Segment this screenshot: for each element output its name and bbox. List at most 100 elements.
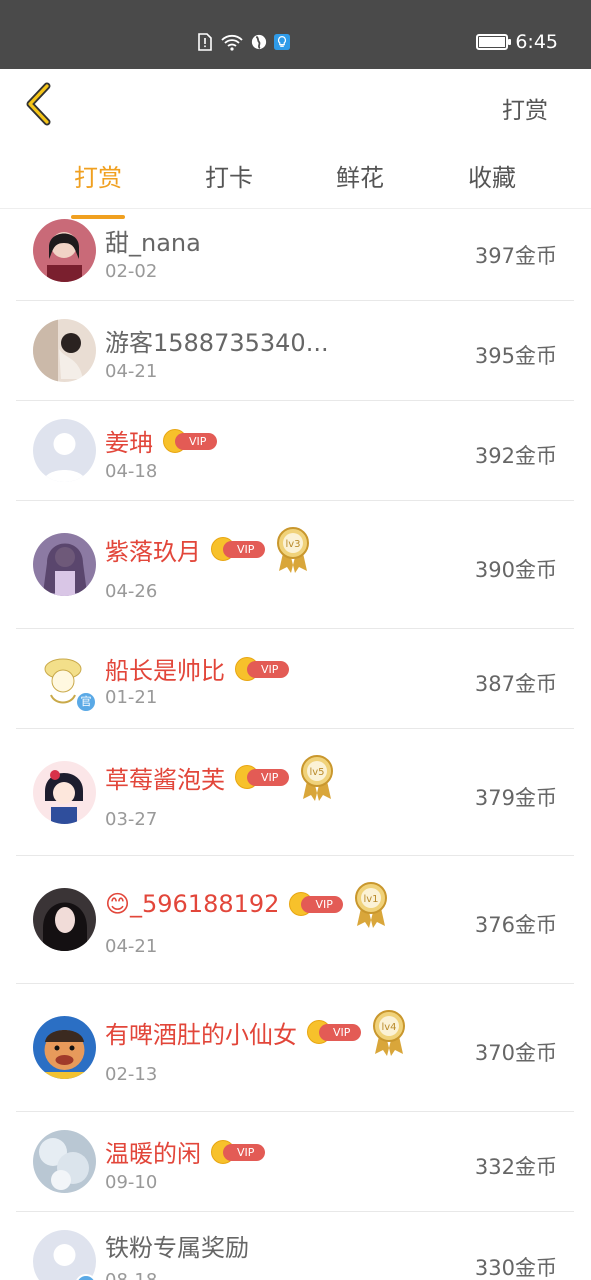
- tab-favorites[interactable]: 收藏: [447, 158, 537, 193]
- list-item[interactable]: 铁粉专属奖励 08-18 330金币: [16, 1212, 574, 1280]
- globe-icon: [251, 34, 267, 50]
- user-name: 紫落玖月: [105, 537, 201, 566]
- coin-amount: 395金币: [474, 344, 557, 368]
- name-line: 姜珃 VIP: [105, 423, 217, 458]
- tab-label: 收藏: [468, 164, 516, 192]
- user-name: 温暖的闲: [105, 1140, 201, 1168]
- tab-label: 鲜花: [336, 164, 384, 192]
- vip-badge: VIP: [289, 892, 344, 916]
- coin-amount: 332金币: [474, 1155, 557, 1179]
- user-name: 游客1588735340...: [105, 329, 329, 357]
- reward-date: 02-02: [105, 261, 158, 282]
- status-time: 6:45: [515, 31, 558, 53]
- tab-reward[interactable]: 打赏: [53, 158, 143, 219]
- reward-header-button[interactable]: 打赏: [502, 91, 548, 125]
- reward-date: 02-13: [105, 1064, 158, 1085]
- coin-amount: 376金币: [474, 913, 557, 937]
- default-avatar-icon[interactable]: [33, 1230, 96, 1280]
- vip-label: VIP: [301, 896, 344, 913]
- avatar[interactable]: [33, 1130, 96, 1193]
- list-item[interactable]: 😊_596188192 VIP lv1 04-21 376金币: [16, 856, 574, 984]
- default-avatar-icon[interactable]: [33, 419, 96, 482]
- avatar-wrap[interactable]: 官: [33, 647, 97, 713]
- level-medal-icon: lv1: [355, 882, 388, 928]
- bulb-app-icon: [274, 34, 290, 50]
- wifi-icon: [221, 34, 243, 51]
- name-line: 紫落玖月 VIP lv3: [105, 525, 311, 573]
- reward-date: 08-18: [105, 1270, 157, 1280]
- avatar[interactable]: [33, 219, 96, 282]
- name-line: 😊_596188192 VIP lv1: [105, 880, 389, 928]
- list-item[interactable]: 甜_nana 02-02 397金币: [16, 209, 574, 301]
- level-medal-icon: lv4: [373, 1010, 405, 1056]
- official-badge: 官: [75, 691, 97, 713]
- vip-label: VIP: [247, 660, 289, 678]
- level-label: lv5: [309, 767, 324, 778]
- name-line: 船长是帅比 VIP: [105, 651, 289, 686]
- user-name: 铁粉专属奖励: [105, 1234, 249, 1262]
- level-medal-icon: lv3: [277, 527, 309, 573]
- coin-amount: 390金币: [474, 558, 557, 582]
- user-name: 船长是帅比: [105, 657, 225, 685]
- vip-label: VIP: [319, 1024, 361, 1041]
- name-line: 温暖的闲 VIP: [105, 1134, 265, 1169]
- tab-checkin[interactable]: 打卡: [184, 158, 274, 193]
- level-medal-icon: lv5: [301, 755, 333, 801]
- avatar-wrap[interactable]: [33, 1230, 97, 1280]
- back-arrow-icon[interactable]: [20, 81, 60, 127]
- name-line: 甜_nana: [105, 223, 201, 258]
- status-right: 6:45: [476, 31, 558, 53]
- avatar[interactable]: [33, 1016, 96, 1079]
- coin-amount: 387金币: [474, 672, 557, 696]
- user-name: 甜_nana: [105, 229, 201, 257]
- level-label: lv3: [285, 539, 300, 550]
- status-icons: [197, 33, 290, 51]
- tab-flowers[interactable]: 鲜花: [315, 158, 405, 193]
- name-line: 铁粉专属奖励: [105, 1228, 249, 1263]
- reward-date: 09-10: [105, 1172, 158, 1193]
- reward-date: 04-21: [105, 936, 158, 957]
- sim-alert-icon: [198, 33, 212, 51]
- coin-amount: 397金币: [474, 244, 557, 268]
- vip-label: VIP: [223, 1143, 265, 1161]
- coin-amount: 330金币: [474, 1256, 557, 1280]
- reward-date: 03-27: [105, 809, 158, 830]
- user-name: 草莓酱泡芙: [105, 765, 225, 794]
- vip-label: VIP: [247, 769, 289, 786]
- header: 打赏: [0, 69, 591, 139]
- status-bar: 6:45: [0, 0, 591, 69]
- list-item[interactable]: 官 船长是帅比 VIP 01-21 387金币: [16, 629, 574, 729]
- user-name: 姜珃: [105, 429, 153, 457]
- list-item[interactable]: 有啤酒肚的小仙女 VIP lv4 02-13 370金币: [16, 984, 574, 1112]
- vip-badge: VIP: [211, 537, 265, 561]
- vip-badge: VIP: [163, 428, 217, 453]
- level-label: lv4: [381, 1022, 396, 1033]
- avatar[interactable]: [33, 761, 96, 824]
- list-item[interactable]: 姜珃 VIP 04-18 392金币: [16, 401, 574, 501]
- vip-label: VIP: [175, 432, 217, 450]
- name-line: 有啤酒肚的小仙女 VIP lv4: [105, 1008, 407, 1056]
- avatar[interactable]: [33, 888, 96, 951]
- avatar[interactable]: [33, 319, 96, 382]
- tab-bar: 打赏 打卡 鲜花 收藏: [0, 139, 591, 219]
- reward-date: 04-18: [105, 461, 158, 482]
- battery-icon: [476, 34, 512, 50]
- level-label: lv1: [364, 894, 379, 905]
- coin-amount: 370金币: [474, 1041, 557, 1065]
- list-item[interactable]: 游客1588735340... 04-21 395金币: [16, 301, 574, 401]
- list-item[interactable]: 温暖的闲 VIP 09-10 332金币: [16, 1112, 574, 1212]
- vip-label: VIP: [223, 541, 265, 558]
- vip-badge: VIP: [235, 765, 289, 789]
- reward-list: 甜_nana 02-02 397金币 游客1588735340... 04-21…: [16, 209, 574, 1280]
- user-name: 😊_596188192: [105, 890, 280, 918]
- tab-label: 打赏: [74, 164, 122, 192]
- name-line: 游客1588735340...: [105, 323, 329, 358]
- vip-badge: VIP: [211, 1139, 265, 1164]
- list-item[interactable]: 草莓酱泡芙 VIP lv5 03-27 379金币: [16, 729, 574, 856]
- list-item[interactable]: 紫落玖月 VIP lv3 04-26 390金币: [16, 501, 574, 629]
- reward-date: 04-21: [105, 361, 158, 382]
- avatar[interactable]: [33, 533, 96, 596]
- coin-amount: 379金币: [474, 786, 557, 810]
- vip-badge: VIP: [307, 1020, 361, 1044]
- vip-badge: VIP: [235, 656, 289, 681]
